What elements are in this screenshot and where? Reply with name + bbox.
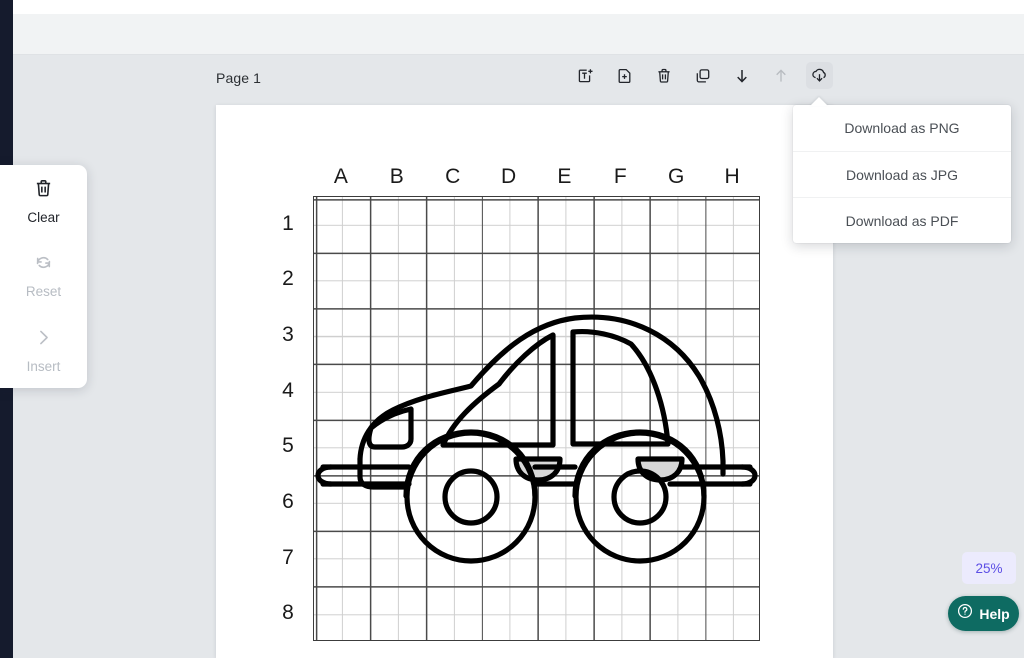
grid-column-labels: A B C D E F G H bbox=[313, 163, 760, 191]
page-label: Page 1 bbox=[216, 70, 261, 86]
help-label: Help bbox=[979, 605, 1010, 622]
menu-item-download-png[interactable]: Download as PNG bbox=[793, 105, 1011, 151]
grid-row-label: 3 bbox=[282, 323, 294, 347]
move-down-icon bbox=[734, 68, 750, 84]
add-page-icon bbox=[617, 68, 633, 84]
grid-row-label: 8 bbox=[282, 601, 294, 625]
reset-button[interactable]: Reset bbox=[0, 253, 87, 299]
grid-col-label: G bbox=[668, 165, 685, 188]
page-canvas[interactable]: A B C D E F G H 1 2 3 4 5 6 7 8 bbox=[216, 105, 833, 658]
page-tool-icon-group bbox=[572, 62, 833, 89]
reset-label: Reset bbox=[25, 284, 62, 300]
question-mark-icon bbox=[957, 603, 973, 624]
grid-row-label: 6 bbox=[282, 489, 294, 513]
download-button[interactable] bbox=[806, 62, 833, 89]
grid-row-labels: 1 2 3 4 5 6 7 8 bbox=[273, 196, 303, 641]
move-page-down-button[interactable] bbox=[728, 62, 755, 89]
download-icon bbox=[811, 67, 828, 84]
menu-item-download-jpg[interactable]: Download as JPG bbox=[793, 151, 1011, 197]
grid-row-label: 2 bbox=[282, 267, 294, 291]
grid-row-label: 7 bbox=[282, 545, 294, 569]
app-root: Page 1 A B C D E F G H 1 2 3 4 5 6 7 8 D… bbox=[0, 0, 1024, 658]
grid-row-label: 5 bbox=[282, 434, 294, 458]
delete-icon bbox=[656, 68, 672, 84]
delete-page-button[interactable] bbox=[650, 62, 677, 89]
floating-tool-panel: Clear Reset Insert bbox=[0, 165, 87, 388]
download-menu: Download as PNG Download as JPG Download… bbox=[793, 105, 1011, 243]
chevron-right-icon bbox=[34, 328, 53, 352]
grid-col-label: B bbox=[389, 165, 404, 188]
move-page-up-button[interactable] bbox=[767, 62, 794, 89]
grid-major-lines bbox=[314, 197, 759, 640]
add-page-button[interactable] bbox=[611, 62, 638, 89]
add-text-button[interactable] bbox=[572, 62, 599, 89]
page-toolbar: Page 1 bbox=[216, 62, 833, 96]
trash-icon bbox=[34, 179, 53, 203]
grid-col-label: E bbox=[557, 165, 572, 188]
zoom-level-badge[interactable]: 25% bbox=[962, 552, 1016, 584]
drawing-grid[interactable]: A B C D E F G H 1 2 3 4 5 6 7 8 bbox=[282, 165, 760, 641]
grid-col-label: D bbox=[500, 165, 517, 188]
grid-row-label: 4 bbox=[282, 378, 294, 402]
clear-label: Clear bbox=[27, 210, 60, 226]
app-header-bar bbox=[13, 14, 1024, 55]
grid-cells[interactable] bbox=[313, 196, 760, 641]
grid-col-label: C bbox=[445, 165, 461, 188]
add-text-icon bbox=[578, 68, 594, 84]
help-button[interactable]: Help bbox=[948, 596, 1019, 631]
grid-col-label: F bbox=[613, 165, 627, 188]
grid-col-label: A bbox=[333, 165, 348, 188]
window-top-gap bbox=[13, 0, 1024, 14]
clear-button[interactable]: Clear bbox=[0, 179, 87, 225]
grid-row-label: 1 bbox=[282, 211, 294, 235]
insert-label: Insert bbox=[26, 358, 61, 374]
insert-button[interactable]: Insert bbox=[0, 328, 87, 374]
reset-icon bbox=[34, 253, 53, 277]
move-up-icon bbox=[773, 68, 789, 84]
grid-col-label: H bbox=[724, 165, 740, 188]
menu-item-download-pdf[interactable]: Download as PDF bbox=[793, 197, 1011, 243]
duplicate-icon bbox=[695, 68, 711, 84]
duplicate-page-button[interactable] bbox=[689, 62, 716, 89]
